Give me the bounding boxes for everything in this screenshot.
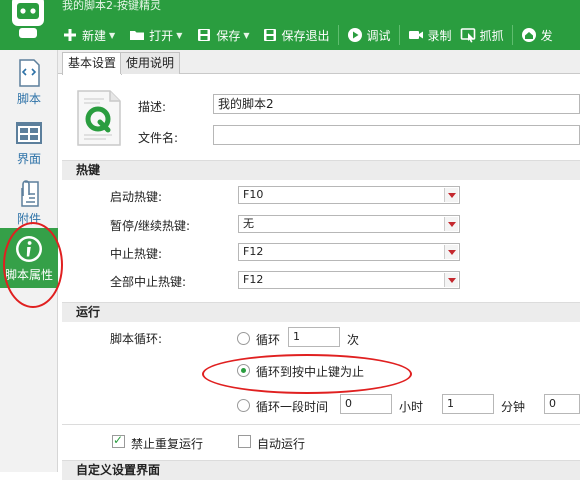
camera-icon: [408, 31, 423, 39]
save-button[interactable]: 保存 ▼: [192, 20, 253, 50]
annotation-circle: [3, 222, 63, 308]
publish-label: 发: [540, 28, 553, 43]
save-exit-button[interactable]: 保存退出: [258, 20, 334, 50]
hours-unit-label: 小时: [399, 400, 424, 414]
minutes-field[interactable]: 1: [442, 394, 494, 414]
pause-hotkey-select[interactable]: 无: [238, 215, 460, 233]
toolbar-divider: [511, 25, 513, 45]
capture-icon: [460, 28, 475, 43]
stop-all-hotkey-select[interactable]: F12: [238, 271, 460, 289]
chevron-down-icon[interactable]: ▼: [243, 31, 249, 40]
start-hotkey-value: F10: [243, 188, 264, 201]
toolbar: 新建 ▼ 打开 ▼ 保存 ▼ 保存退出 调试 录制 抓抓 发: [58, 20, 557, 50]
stop-all-hotkey-label: 全部中止热键:: [110, 275, 187, 289]
loop-count-field[interactable]: 1: [288, 327, 340, 347]
minutes-unit-label: 分钟: [501, 400, 526, 414]
attachment-icon: [21, 180, 39, 207]
stop-all-hotkey-value: F12: [243, 273, 264, 286]
script-loop-label: 脚本循环:: [110, 332, 163, 346]
toolbar-divider: [398, 25, 400, 45]
dropdown-arrow-icon[interactable]: [444, 188, 458, 202]
plus-icon: [64, 29, 76, 41]
save-exit-label: 保存退出: [281, 28, 330, 43]
auto-run-label: 自动运行: [257, 437, 306, 451]
tab-usage-notes[interactable]: 使用说明: [120, 52, 181, 74]
folder-icon: [130, 31, 145, 40]
start-hotkey-select[interactable]: F10: [238, 186, 460, 204]
hotkeys-section-header: 热键: [62, 160, 580, 180]
app-header: 我的脚本2-按键精灵 新建 ▼ 打开 ▼ 保存 ▼ 保存退出 调试 录制 抓抓 …: [0, 0, 580, 50]
chevron-down-icon[interactable]: ▼: [176, 31, 182, 40]
loop-period-option-label: 循环一段时间: [256, 400, 329, 414]
new-button[interactable]: 新建 ▼: [58, 20, 119, 50]
tab-basic-settings[interactable]: 基本设置: [62, 52, 123, 75]
debug-label: 调试: [366, 28, 391, 43]
hours-field[interactable]: 0: [340, 394, 392, 414]
properties-panel: 描述: 我的脚本2 文件名: 热键 启动热键: F10 暂停/继续热键: 无 中…: [62, 74, 580, 480]
seconds-field[interactable]: 0: [544, 394, 580, 414]
times-unit-label: 次: [347, 333, 360, 347]
description-field[interactable]: 我的脚本2: [213, 94, 580, 114]
filename-field[interactable]: [213, 125, 580, 145]
save-exit-icon: [263, 29, 276, 41]
publish-button[interactable]: 发: [517, 20, 557, 50]
sidebar-item-label: 界面: [16, 152, 41, 166]
custom-ui-section-header: 自定义设置界面: [62, 460, 580, 480]
open-button[interactable]: 打开 ▼: [125, 20, 186, 50]
start-hotkey-label: 启动热键:: [110, 190, 163, 204]
auto-run-checkbox[interactable]: [238, 435, 251, 448]
save-disk-icon: [198, 29, 211, 41]
loop-count-radio[interactable]: [237, 332, 250, 345]
script-file-q-icon: [77, 90, 121, 146]
sidebar-item-label: 脚本: [16, 92, 41, 106]
interface-grid-icon: [16, 122, 42, 144]
dropdown-arrow-icon[interactable]: [444, 273, 458, 287]
new-label: 新建: [82, 28, 107, 43]
record-label: 录制: [427, 28, 452, 43]
annotation-circle: [202, 354, 412, 394]
chevron-down-icon[interactable]: ▼: [109, 31, 115, 40]
debug-button[interactable]: 调试: [343, 20, 395, 50]
open-label: 打开: [149, 28, 174, 43]
loop-period-radio[interactable]: [237, 399, 250, 412]
stop-hotkey-label: 中止热键:: [110, 247, 163, 261]
pause-hotkey-value: 无: [243, 217, 254, 230]
sidebar: 脚本 界面 附件 脚本属性: [0, 50, 63, 472]
no-repeat-checkbox[interactable]: [112, 433, 125, 448]
run-section-header: 运行: [62, 302, 580, 322]
home-icon: [521, 28, 536, 42]
capture-button[interactable]: 抓抓: [456, 20, 508, 50]
loop-count-option-label: 循环: [256, 333, 281, 347]
stop-hotkey-select[interactable]: F12: [238, 243, 460, 261]
save-label: 保存: [216, 28, 241, 43]
window-title: 我的脚本2-按键精灵: [62, 0, 161, 12]
play-icon: [347, 28, 362, 42]
tab-strip: 基本设置 使用说明: [58, 50, 580, 75]
record-button[interactable]: 录制: [404, 20, 456, 50]
no-repeat-label: 禁止重复运行: [131, 437, 204, 451]
sidebar-item-script[interactable]: 脚本: [0, 52, 58, 112]
toolbar-divider: [337, 25, 339, 45]
script-code-icon: [19, 59, 40, 87]
dropdown-arrow-icon[interactable]: [444, 217, 458, 231]
sidebar-item-interface[interactable]: 界面: [0, 112, 58, 172]
app-logo-robot-icon: [12, 0, 44, 38]
stop-hotkey-value: F12: [243, 245, 264, 258]
divider: [62, 424, 580, 425]
pause-hotkey-label: 暂停/继续热键:: [110, 219, 191, 233]
description-label: 描述:: [138, 100, 167, 114]
dropdown-arrow-icon[interactable]: [444, 245, 458, 259]
capture-label: 抓抓: [479, 28, 504, 43]
filename-label: 文件名:: [138, 131, 179, 145]
